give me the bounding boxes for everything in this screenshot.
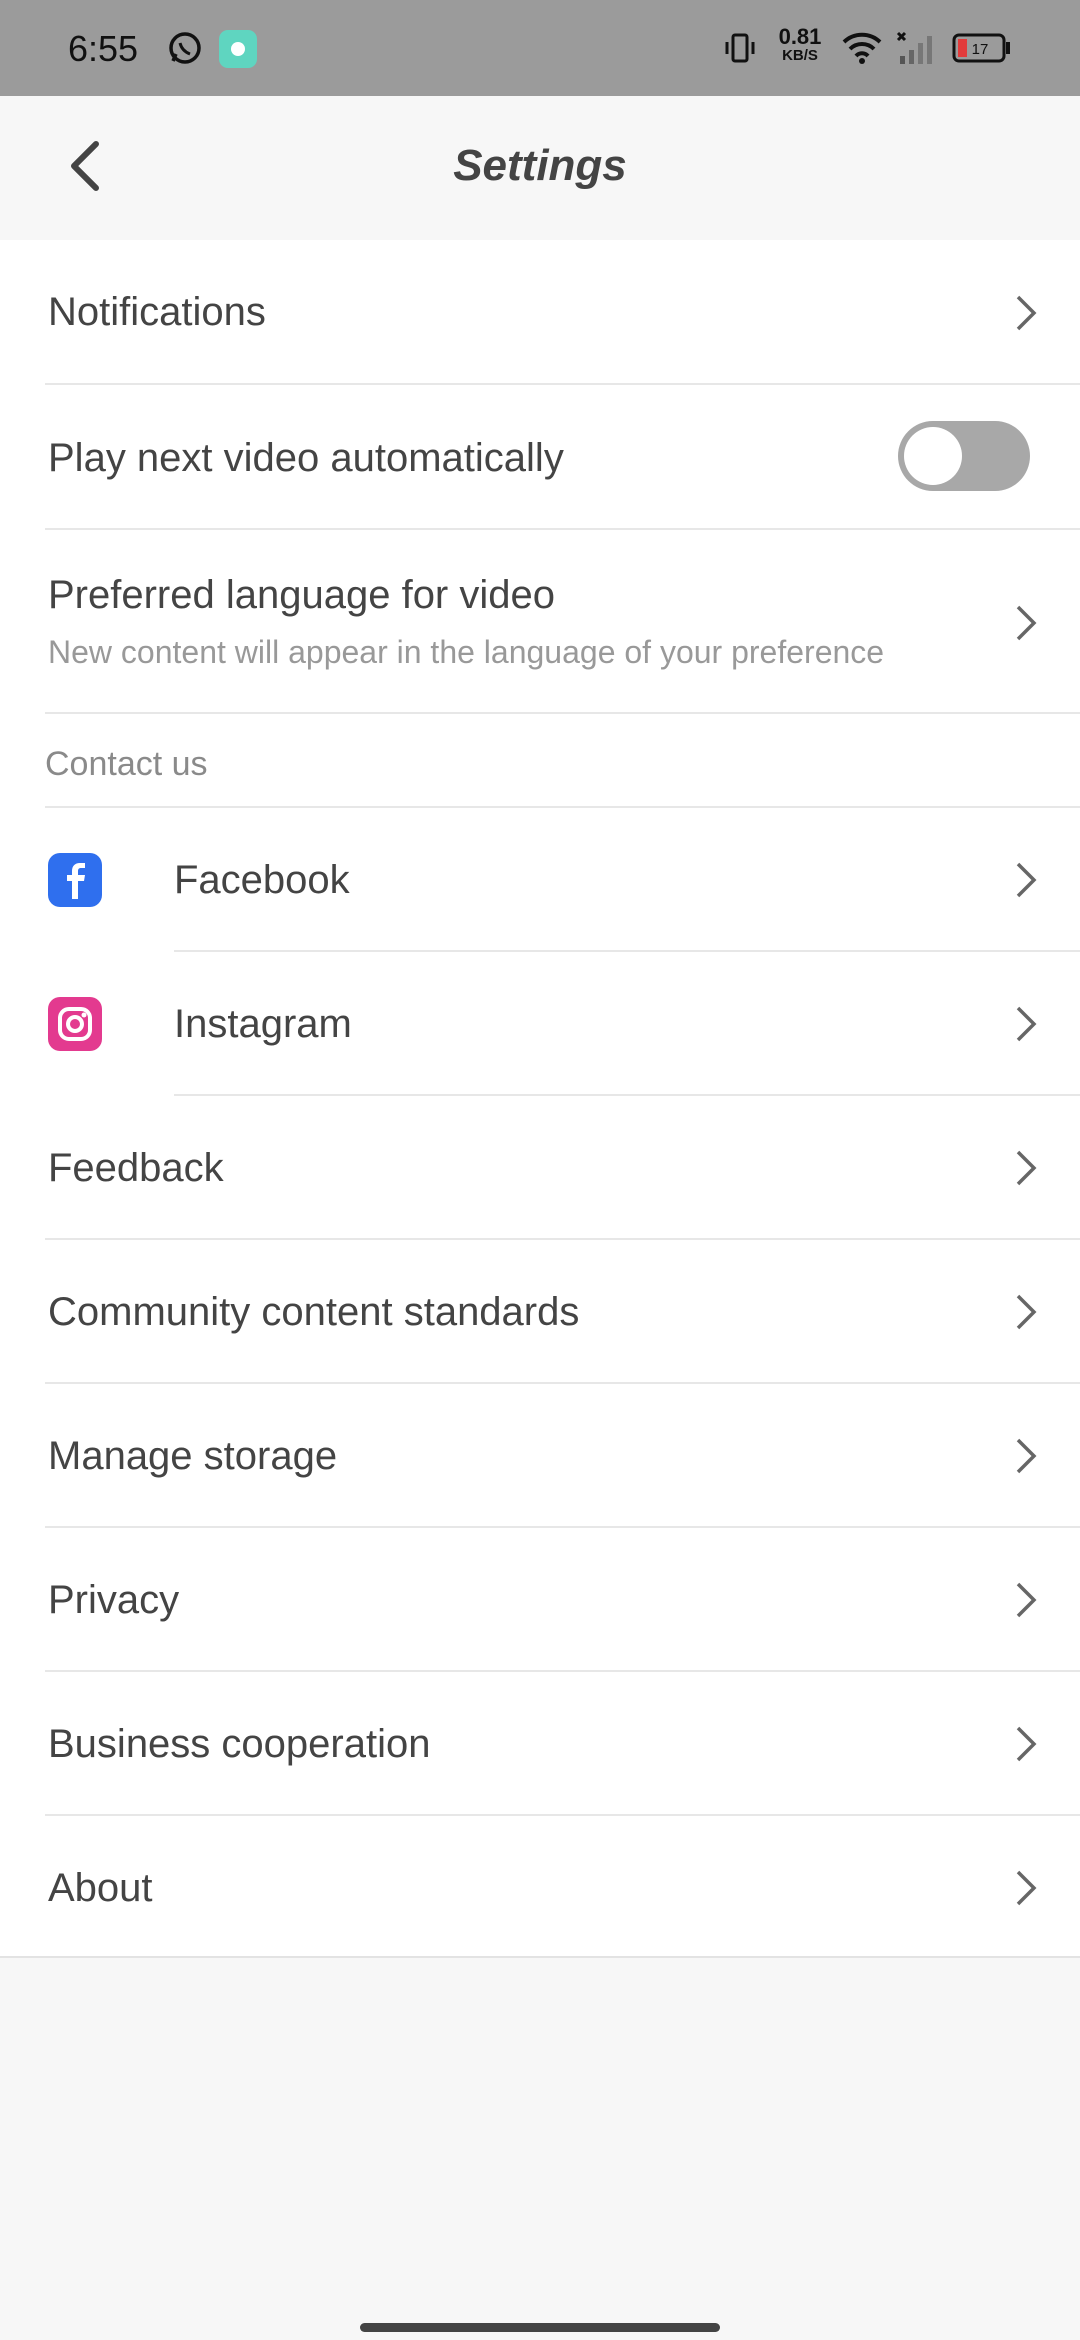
settings-item-subtitle: New content will appear in the language …: [48, 634, 885, 670]
page-title: Settings: [453, 141, 627, 190]
chevron-right-icon: [1016, 295, 1037, 331]
network-speed-unit: KB/S: [782, 47, 818, 64]
settings-item-notifications[interactable]: Notifications: [0, 240, 1080, 385]
settings-item-instagram[interactable]: Instagram: [0, 952, 1080, 1096]
chevron-right-icon: [1016, 1582, 1037, 1618]
battery-icon: 17: [952, 33, 1010, 63]
app-header: Settings: [0, 96, 1080, 240]
settings-item-label: Notifications: [48, 290, 266, 334]
chevron-right-icon: [1016, 862, 1037, 898]
contact-us-section: Contact us: [0, 714, 1080, 808]
settings-item-feedback[interactable]: Feedback: [0, 1096, 1080, 1240]
network-speed: 0.81 KB/S: [776, 24, 824, 64]
facebook-icon: [48, 853, 102, 907]
chevron-right-icon: [1016, 1006, 1037, 1042]
settings-item-manage-storage[interactable]: Manage storage: [0, 1384, 1080, 1528]
settings-item-label: Instagram: [174, 1002, 352, 1046]
home-indicator[interactable]: [360, 2323, 720, 2332]
settings-item-label: Manage storage: [48, 1434, 338, 1478]
settings-item-about[interactable]: About: [0, 1816, 1080, 1958]
status-bar: 6:55 0.81 KB/S 17: [0, 0, 1080, 96]
chevron-right-icon: [1016, 1870, 1037, 1906]
battery-level: 17: [972, 41, 989, 58]
settings-item-label: About: [48, 1866, 153, 1910]
settings-item-privacy[interactable]: Privacy: [0, 1528, 1080, 1672]
instagram-icon: [48, 997, 102, 1051]
settings-item-label: Preferred language for video: [48, 573, 555, 617]
autoplay-toggle[interactable]: [898, 421, 1030, 491]
settings-item-label: Community content standards: [48, 1290, 580, 1334]
settings-item-community-standards[interactable]: Community content standards: [0, 1240, 1080, 1384]
settings-item-label: Facebook: [174, 858, 350, 902]
app-notification-icon: [219, 30, 257, 68]
status-time: 6:55: [68, 28, 139, 69]
settings-list: Notifications Play next video automatica…: [0, 240, 1080, 1958]
settings-item-label: Business cooperation: [48, 1722, 431, 1766]
vibrate-icon: [725, 33, 755, 63]
settings-item-label: Privacy: [48, 1578, 180, 1622]
settings-item-label: Play next video automatically: [48, 436, 564, 480]
signal-icon: [896, 31, 932, 64]
chevron-right-icon: [1016, 605, 1037, 641]
settings-item-autoplay: Play next video automatically: [0, 385, 1080, 530]
section-label: Contact us: [45, 745, 208, 783]
settings-item-label: Feedback: [48, 1146, 224, 1190]
settings-item-facebook[interactable]: Facebook: [0, 808, 1080, 952]
network-speed-value: 0.81: [778, 24, 822, 49]
wifi-icon: [842, 32, 882, 64]
chevron-right-icon: [1016, 1438, 1037, 1474]
settings-item-business-cooperation[interactable]: Business cooperation: [0, 1672, 1080, 1816]
chevron-right-icon: [1016, 1150, 1037, 1186]
chevron-right-icon: [1016, 1726, 1037, 1762]
whatsapp-icon: [169, 32, 201, 64]
chevron-right-icon: [1016, 1294, 1037, 1330]
settings-item-preferred-language[interactable]: Preferred language for video New content…: [0, 530, 1080, 714]
